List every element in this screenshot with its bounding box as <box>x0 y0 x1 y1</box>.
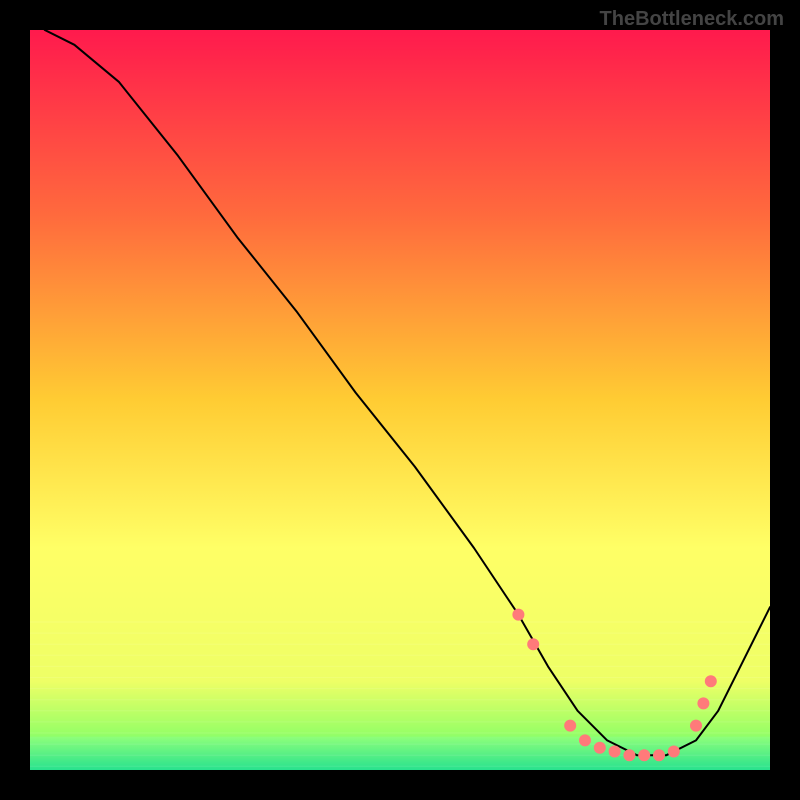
chart-marker <box>594 742 606 754</box>
chart-marker <box>690 720 702 732</box>
chart-plot-area <box>30 30 770 770</box>
chart-marker <box>638 749 650 761</box>
chart-background <box>30 30 770 770</box>
chart-marker <box>653 749 665 761</box>
chart-marker <box>705 675 717 687</box>
chart-marker <box>527 638 539 650</box>
chart-marker <box>579 734 591 746</box>
watermark-label: TheBottleneck.com <box>600 8 784 31</box>
chart-marker <box>564 720 576 732</box>
chart-marker <box>623 749 635 761</box>
chart-marker <box>512 609 524 621</box>
chart-marker <box>609 746 621 758</box>
chart-marker <box>668 746 680 758</box>
chart-marker <box>697 697 709 709</box>
